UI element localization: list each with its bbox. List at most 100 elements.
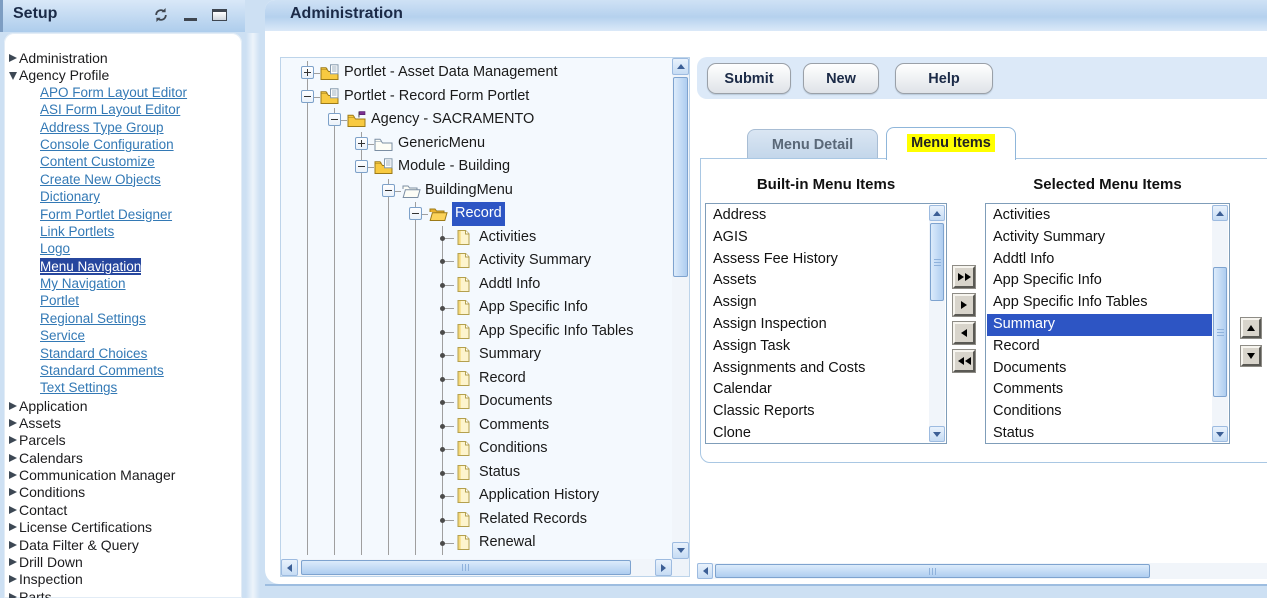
tree-node[interactable]: Record	[283, 367, 670, 391]
sidebar-section[interactable]: Drill Down	[9, 553, 242, 570]
move-left-button[interactable]	[953, 322, 975, 344]
sidebar-section[interactable]: Application	[9, 397, 242, 414]
list-option[interactable]: Conditions	[987, 401, 1212, 423]
tree-node-label[interactable]: GenericMenu	[398, 132, 485, 156]
tree-node-label[interactable]: Comments	[479, 414, 549, 438]
scroll-right-icon[interactable]	[655, 559, 672, 576]
refresh-icon[interactable]	[153, 7, 169, 23]
tree-node[interactable]: Activities	[283, 226, 670, 250]
sidebar-link[interactable]: Create New Objects	[40, 171, 161, 188]
scroll-down-icon[interactable]	[672, 542, 689, 559]
list-option[interactable]: Assets	[707, 270, 929, 292]
scroll-thumb[interactable]	[930, 223, 944, 301]
list-option[interactable]: Documents	[987, 358, 1212, 380]
sidebar-section[interactable]: Assets	[9, 414, 242, 431]
tree-node[interactable]: Renewal	[283, 531, 670, 555]
tree-horizontal-scrollbar[interactable]	[281, 559, 672, 576]
tree-node[interactable]: Documents	[283, 390, 670, 414]
scroll-up-icon[interactable]	[929, 205, 945, 221]
sidebar-section[interactable]: Communication Manager	[9, 466, 242, 483]
list-option[interactable]: Assign Inspection	[707, 314, 929, 336]
tree-node[interactable]: Activity Summary	[283, 249, 670, 273]
sidebar-section[interactable]: Data Filter & Query	[9, 536, 242, 553]
scroll-down-icon[interactable]	[1212, 426, 1228, 442]
selected-menu-items-list[interactable]: ActivitiesActivity SummaryAddtl InfoApp …	[985, 203, 1230, 444]
list-option[interactable]: Summary	[987, 314, 1212, 336]
list-option[interactable]: App Specific Info Tables	[987, 292, 1212, 314]
list-option[interactable]: Addtl Info	[987, 249, 1212, 271]
selected-list-scrollbar[interactable]	[1212, 205, 1228, 442]
tree-vertical-scrollbar[interactable]	[672, 58, 689, 559]
collapse-minus-icon[interactable]	[355, 160, 368, 173]
sidebar-link[interactable]: ASI Form Layout Editor	[40, 101, 180, 118]
tree-node[interactable]: Agency - SACRAMENTO	[283, 108, 670, 132]
tree-node-label[interactable]: Activity Summary	[479, 249, 591, 273]
panel-splitter[interactable]	[246, 33, 260, 598]
sidebar-link[interactable]: Standard Comments	[40, 362, 164, 379]
list-option[interactable]: Assign Task	[707, 336, 929, 358]
move-right-button[interactable]	[953, 294, 975, 316]
tree-node[interactable]: Application History	[283, 484, 670, 508]
sidebar-link[interactable]: Link Portlets	[40, 223, 114, 240]
move-all-right-button[interactable]	[953, 266, 975, 288]
tree-node-label[interactable]: Related Records	[479, 508, 587, 532]
built-in-list-scrollbar[interactable]	[929, 205, 945, 442]
tree-node-label[interactable]: Status	[479, 461, 520, 485]
tree-node[interactable]: GenericMenu	[283, 132, 670, 156]
scroll-thumb[interactable]	[715, 564, 1150, 578]
list-option[interactable]: AGIS	[707, 227, 929, 249]
minimize-icon[interactable]	[184, 18, 197, 21]
collapse-minus-icon[interactable]	[301, 90, 314, 103]
sidebar-section[interactable]: Parts	[9, 588, 242, 598]
list-option[interactable]: Activities	[987, 205, 1212, 227]
list-option[interactable]: Calendar	[707, 379, 929, 401]
tree-node[interactable]: Portlet - Record Form Portlet	[283, 85, 670, 109]
tree-node[interactable]: Conditions	[283, 437, 670, 461]
scroll-thumb[interactable]	[1213, 267, 1227, 397]
tree-node[interactable]: Module - Building	[283, 155, 670, 179]
tree-node-label[interactable]: Portlet - Record Form Portlet	[344, 85, 529, 109]
tree-node-label[interactable]: BuildingMenu	[425, 179, 513, 203]
list-option[interactable]: App Specific Info	[987, 270, 1212, 292]
tree-node[interactable]: BuildingMenu	[283, 179, 670, 203]
list-option[interactable]: Assignments and Costs	[707, 358, 929, 380]
help-button[interactable]: Help	[895, 63, 993, 94]
maximize-icon[interactable]	[212, 9, 227, 21]
move-up-button[interactable]	[1241, 318, 1261, 338]
sidebar-link[interactable]: Text Settings	[40, 379, 117, 396]
built-in-menu-items-list[interactable]: AddressAGISAssess Fee HistoryAssetsAssig…	[705, 203, 947, 444]
sidebar-link[interactable]: APO Form Layout Editor	[40, 84, 187, 101]
sidebar-link[interactable]: Standard Choices	[40, 345, 147, 362]
tree-node[interactable]: App Specific Info	[283, 296, 670, 320]
expand-plus-icon[interactable]	[301, 66, 314, 79]
tree-node[interactable]: Summary	[283, 343, 670, 367]
submit-button[interactable]: Submit	[707, 63, 791, 94]
collapse-minus-icon[interactable]	[382, 184, 395, 197]
scroll-thumb[interactable]	[673, 77, 688, 277]
sidebar-link[interactable]: Console Configuration	[40, 136, 174, 153]
tree-node-label[interactable]: Addtl Info	[479, 273, 540, 297]
sidebar-link[interactable]: Portlet	[40, 292, 79, 309]
collapse-minus-icon[interactable]	[328, 113, 341, 126]
scroll-left-icon[interactable]	[281, 559, 298, 576]
tree-node-label[interactable]: Activities	[479, 226, 536, 250]
tree-node-label[interactable]: Agency - SACRAMENTO	[371, 108, 534, 132]
scroll-up-icon[interactable]	[672, 58, 689, 75]
sidebar-link[interactable]: Address Type Group	[40, 119, 164, 136]
sidebar-link[interactable]: Menu Navigation	[40, 258, 141, 275]
tree-node[interactable]: Comments	[283, 414, 670, 438]
scroll-up-icon[interactable]	[1212, 205, 1228, 221]
tree-node-label[interactable]: Application History	[479, 484, 599, 508]
tree-node[interactable]: Related Records	[283, 508, 670, 532]
list-option[interactable]: Assess Fee History	[707, 249, 929, 271]
tree-node[interactable]: Record	[283, 202, 670, 226]
tree-node[interactable]: Portlet - Asset Data Management	[283, 61, 670, 85]
sidebar-link[interactable]: Logo	[40, 240, 70, 257]
sidebar-section[interactable]: Agency Profile	[9, 66, 242, 83]
tree-node-label[interactable]: Portlet - Asset Data Management	[344, 61, 558, 85]
list-option[interactable]: Record	[987, 336, 1212, 358]
tree-node-label[interactable]: App Specific Info Tables	[479, 320, 634, 344]
sidebar-link[interactable]: Service	[40, 327, 85, 344]
tab-menu-detail[interactable]: Menu Detail	[747, 129, 878, 159]
sidebar-link[interactable]: Dictionary	[40, 188, 100, 205]
